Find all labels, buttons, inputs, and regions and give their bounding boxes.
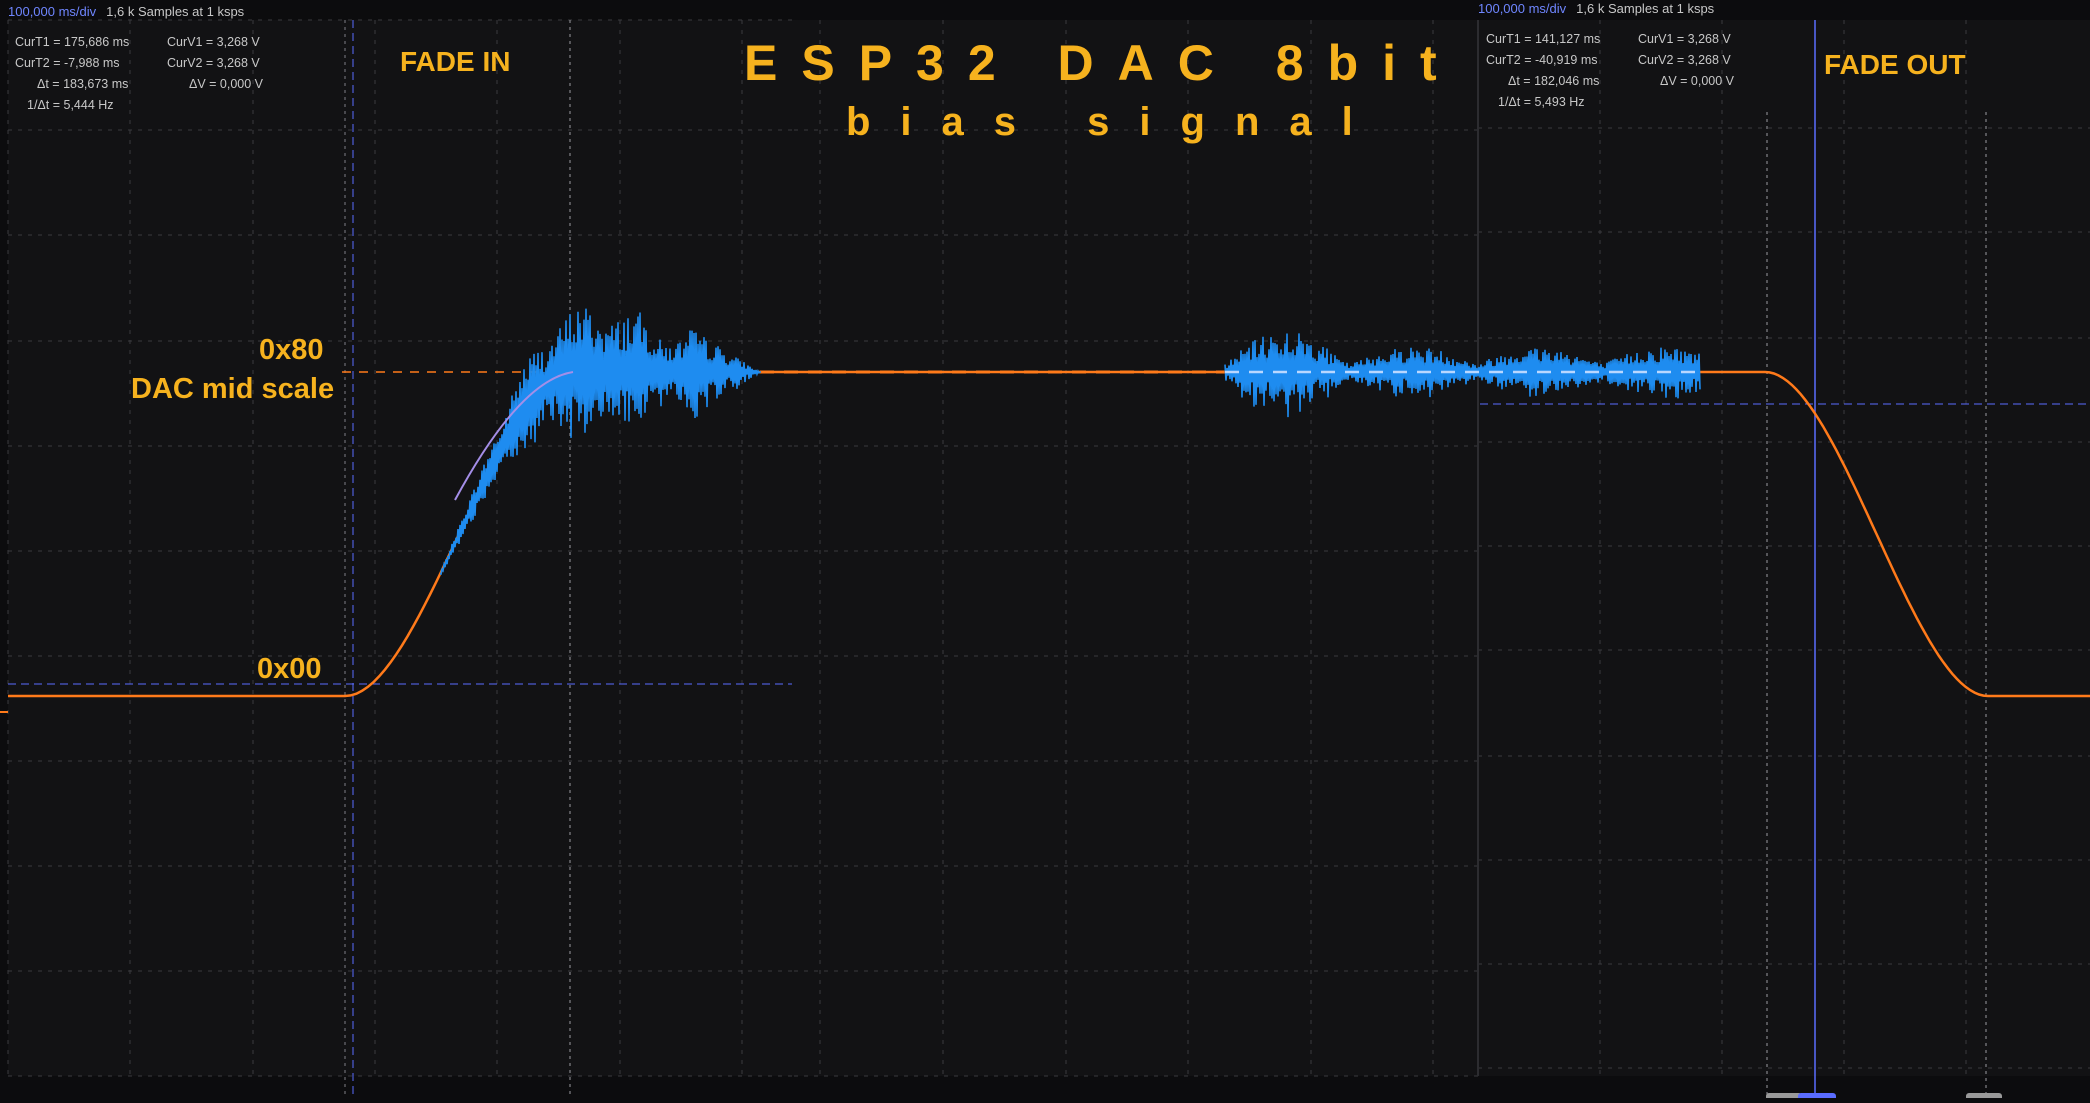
left-curT2: CurT2 = -7,988 ms (15, 56, 120, 70)
cursor-tab-3[interactable] (1966, 1093, 2002, 1098)
cursor-tab-2[interactable] (1798, 1093, 1836, 1098)
left-delta-t: Δt = 183,673 ms (37, 77, 129, 91)
left-curV1: CurV1 = 3,268 V (167, 35, 260, 49)
right-curT2: CurT2 = -40,919 ms (1486, 53, 1598, 67)
right-delta-v: ΔV = 0,000 V (1660, 74, 1735, 88)
middle-plot-area (794, 20, 1478, 1076)
right-cursor-readout: CurT1 = 141,127 ms CurV1 = 3,268 V CurT2 … (1486, 29, 1734, 113)
level-low-label: 0x00 (257, 653, 322, 685)
right-plot-area (1478, 20, 2090, 1076)
left-cursor-readout: CurT1 = 175,686 ms CurV1 = 3,268 V CurT2 … (15, 32, 263, 116)
left-curT1: CurT1 = 175,686 ms (15, 35, 130, 49)
oscilloscope-view: 100,000 ms/div 1,6 k Samples at 1 ksps Cu… (0, 0, 2090, 1098)
right-delta-t: Δt = 182,046 ms (1508, 74, 1600, 88)
left-plot-area (8, 20, 794, 1076)
right-curV2: CurV2 = 3,268 V (1638, 53, 1731, 67)
level-high-desc: DAC mid scale (131, 373, 335, 405)
right-curT1: CurT1 = 141,127 ms (1486, 32, 1601, 46)
left-header: 100,000 ms/div 1,6 k Samples at 1 ksps (8, 4, 244, 19)
right-samples: 1,6 k Samples at 1 ksps (1576, 1, 1715, 16)
left-delta-v: ΔV = 0,000 V (189, 77, 264, 91)
waveform-canvas (0, 0, 2090, 1098)
subtitle-label: bias signal (846, 100, 1383, 144)
left-timebase[interactable]: 100,000 ms/div (8, 4, 96, 19)
cursor-tab-1[interactable] (1766, 1093, 1802, 1098)
left-freq: 1/Δt = 5,444 Hz (27, 98, 114, 112)
right-curV1: CurV1 = 3,268 V (1638, 32, 1731, 46)
right-timebase[interactable]: 100,000 ms/div (1478, 1, 1566, 16)
left-samples: 1,6 k Samples at 1 ksps (106, 4, 245, 19)
title-label: ESP32 DAC 8bit (744, 35, 1461, 91)
fade-in-label: FADE IN (400, 46, 511, 77)
right-header: 100,000 ms/div 1,6 k Samples at 1 ksps (1478, 1, 1714, 16)
fade-out-label: FADE OUT (1824, 49, 1966, 80)
right-freq: 1/Δt = 5,493 Hz (1498, 95, 1585, 109)
level-high-label: 0x80 (259, 334, 324, 366)
left-curV2: CurV2 = 3,268 V (167, 56, 260, 70)
